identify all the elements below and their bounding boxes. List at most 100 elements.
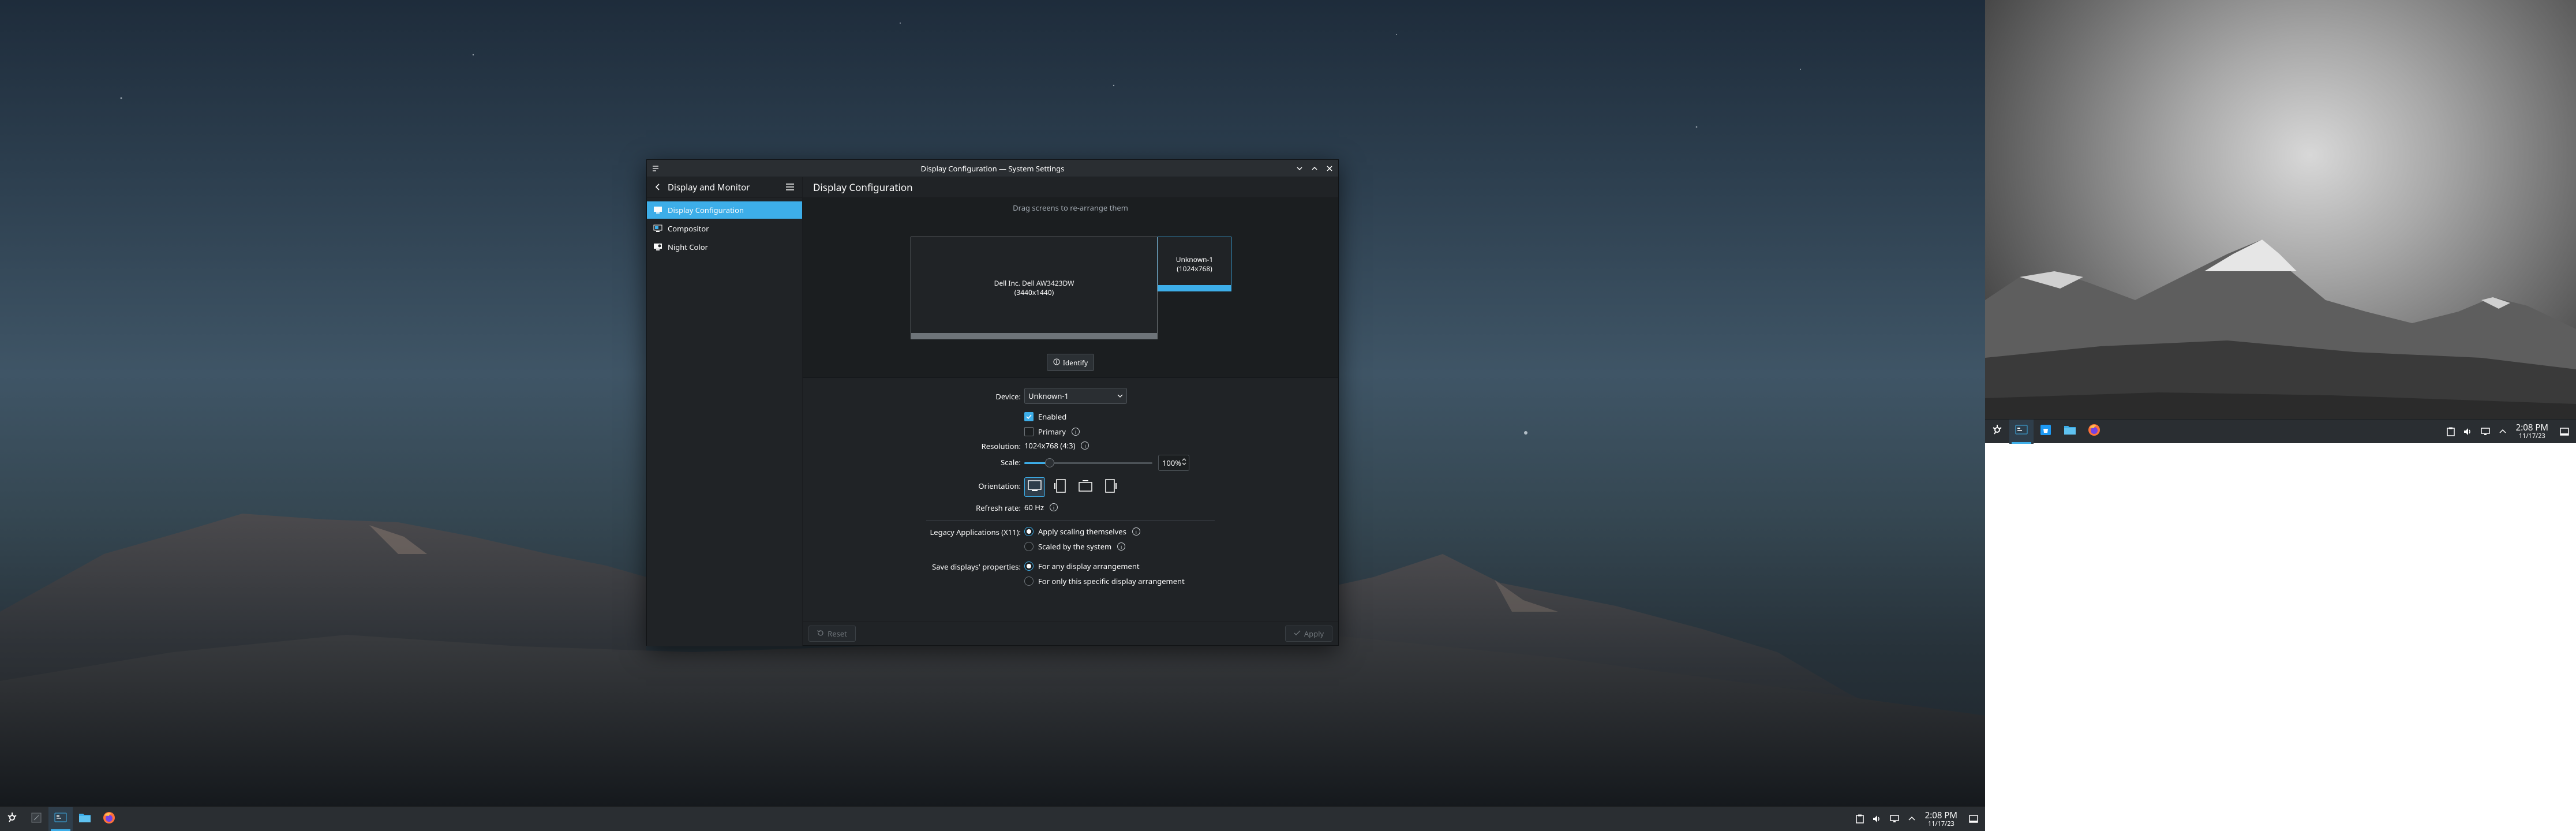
- legacy-opt2-label: Scaled by the system: [1038, 541, 1112, 552]
- tray-expand-icon[interactable]: [2494, 420, 2511, 444]
- sidebar-item-display-configuration[interactable]: Display Configuration: [647, 201, 802, 219]
- primary-checkbox[interactable]: [1024, 427, 1034, 436]
- sidebar-item-label: Compositor: [668, 223, 709, 234]
- info-icon[interactable]: i: [1081, 441, 1089, 450]
- volume-icon[interactable]: [2459, 420, 2477, 444]
- slider-handle[interactable]: [1045, 458, 1055, 467]
- clipboard-icon[interactable]: [1851, 807, 1869, 831]
- taskbar-left: 2:08 PM 11/17/23: [0, 806, 1985, 831]
- scale-slider[interactable]: [1024, 457, 1152, 469]
- screen-bar: [911, 333, 1157, 339]
- compositor-icon: [653, 223, 663, 234]
- legacy-radio-scaled-by-system[interactable]: [1024, 542, 1034, 551]
- sidebar-item-compositor[interactable]: Compositor: [647, 220, 802, 237]
- screen-arrangement-area[interactable]: Drag screens to re-arrange them Dell Inc…: [803, 198, 1338, 378]
- orientation-portrait-left-button[interactable]: [1050, 477, 1070, 497]
- show-desktop-icon[interactable]: [1962, 807, 1985, 831]
- clock-time: 2:08 PM: [1924, 809, 1957, 821]
- info-icon: [1053, 358, 1060, 368]
- reset-label: Reset: [828, 628, 847, 639]
- screen-dell[interactable]: Dell Inc. Dell AW3423DW (3440x1440): [911, 237, 1158, 339]
- save-radio-specific-arrangement[interactable]: [1024, 577, 1034, 586]
- device-select[interactable]: Unknown-1: [1024, 388, 1127, 404]
- network-icon[interactable]: [2477, 420, 2494, 444]
- show-desktop-icon[interactable]: [2553, 420, 2576, 444]
- save-radio-any-arrangement[interactable]: [1024, 562, 1034, 571]
- sidebar-item-night-color[interactable]: Night Color: [647, 238, 802, 256]
- back-button[interactable]: [652, 181, 664, 194]
- reset-button[interactable]: Reset: [808, 626, 856, 642]
- legacy-radio-apply-scaling[interactable]: [1024, 527, 1034, 536]
- hamburger-menu-button[interactable]: [784, 181, 796, 194]
- enabled-checkbox[interactable]: [1024, 412, 1034, 421]
- task-system-settings[interactable]: [2009, 419, 2034, 444]
- task-firefox[interactable]: [97, 807, 121, 831]
- digital-clock[interactable]: 2:08 PM 11/17/23: [2511, 420, 2553, 443]
- close-button[interactable]: [1323, 162, 1336, 175]
- application-launcher-button[interactable]: [0, 807, 24, 831]
- arrow-left-icon: [654, 181, 662, 194]
- resolution-label: Resolution:: [981, 441, 1021, 451]
- screen-resolution: (1024x768): [1177, 263, 1212, 274]
- portrait-right-icon: [1104, 478, 1117, 496]
- firefox-icon: [102, 811, 116, 828]
- sidebar-item-label: Display Configuration: [668, 205, 744, 215]
- enabled-checkbox-row[interactable]: Enabled: [1024, 410, 1066, 424]
- orientation-flipped-button[interactable]: [1075, 477, 1096, 497]
- pager-button[interactable]: [24, 807, 48, 831]
- chevron-down-icon: [1117, 391, 1123, 401]
- digital-clock[interactable]: 2:08 PM 11/17/23: [1920, 807, 1962, 831]
- apply-button[interactable]: Apply: [1285, 626, 1332, 642]
- discover-icon: [2039, 423, 2053, 440]
- minimize-button[interactable]: [1293, 162, 1306, 175]
- landscape-icon: [1027, 480, 1042, 495]
- device-label: Device:: [995, 391, 1021, 402]
- identify-label: Identify: [1062, 357, 1088, 368]
- tray-expand-icon[interactable]: [1903, 807, 1920, 831]
- checkmark-icon: [1294, 628, 1301, 639]
- info-icon[interactable]: i: [1050, 503, 1058, 511]
- clock-date: 11/17/23: [2518, 432, 2545, 440]
- screen-bar-selected: [1158, 285, 1231, 291]
- system-settings-window: Display Configuration — System Settings …: [646, 159, 1339, 646]
- application-launcher-button[interactable]: [1985, 420, 2009, 444]
- save-option-1[interactable]: For any display arrangement: [1024, 559, 1140, 573]
- task-discover[interactable]: [2034, 420, 2058, 444]
- identify-button[interactable]: Identify: [1047, 354, 1094, 371]
- window-menu-icon[interactable]: [650, 163, 661, 174]
- spin-arrows-icon[interactable]: [1182, 458, 1186, 468]
- task-firefox[interactable]: [2082, 420, 2106, 444]
- system-settings-icon: [2015, 423, 2028, 440]
- legacy-option-2[interactable]: Scaled by the system i: [1024, 540, 1126, 553]
- clock-time: 2:08 PM: [2515, 422, 2548, 433]
- save-properties-label: Save displays' properties:: [932, 562, 1021, 572]
- task-file-manager[interactable]: [73, 807, 97, 831]
- save-option-2[interactable]: For only this specific display arrangeme…: [1024, 574, 1185, 588]
- display-settings-form: Device: Unknown-1 Enabled Primary i Reso…: [803, 379, 1338, 621]
- orientation-portrait-right-button[interactable]: [1100, 477, 1121, 497]
- screen-unknown-1[interactable]: Unknown-1 (1024x768): [1158, 237, 1231, 291]
- maximize-button[interactable]: [1308, 162, 1321, 175]
- screen-resolution: (3440x1440): [1014, 287, 1054, 297]
- system-settings-icon: [54, 811, 68, 828]
- task-file-manager[interactable]: [2058, 420, 2082, 444]
- chevron-down-icon: [1296, 162, 1303, 175]
- info-icon[interactable]: i: [1132, 527, 1140, 536]
- legacy-opt1-label: Apply scaling themselves: [1038, 526, 1126, 537]
- reset-icon: [817, 628, 824, 639]
- info-icon[interactable]: i: [1072, 428, 1080, 436]
- network-icon[interactable]: [1886, 807, 1903, 831]
- window-titlebar[interactable]: Display Configuration — System Settings: [647, 160, 1338, 177]
- scale-spinbox[interactable]: 100%: [1158, 455, 1189, 471]
- task-system-settings[interactable]: [48, 807, 73, 831]
- info-icon[interactable]: i: [1117, 542, 1126, 551]
- legacy-option-1[interactable]: Apply scaling themselves i: [1024, 525, 1140, 538]
- primary-checkbox-row[interactable]: Primary i: [1024, 425, 1080, 439]
- flipped-icon: [1078, 480, 1093, 495]
- volume-icon[interactable]: [1869, 807, 1886, 831]
- clipboard-icon[interactable]: [2442, 420, 2459, 444]
- main-content: Display Configuration Drag screens to re…: [803, 177, 1338, 645]
- save-opt2-label: For only this specific display arrangeme…: [1038, 576, 1185, 586]
- orientation-landscape-button[interactable]: [1024, 477, 1045, 497]
- refresh-value: 60 Hz: [1024, 502, 1044, 512]
